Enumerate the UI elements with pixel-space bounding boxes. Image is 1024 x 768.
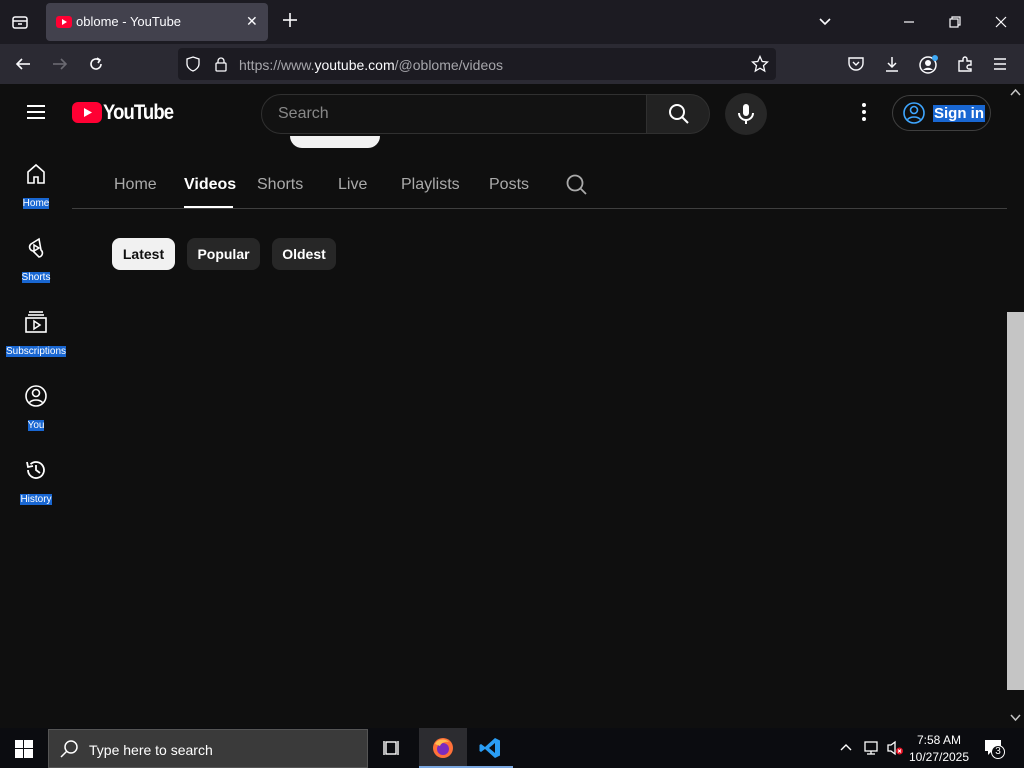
url-path: /@oblome/videos bbox=[394, 57, 504, 73]
downloads-icon[interactable] bbox=[883, 55, 901, 73]
active-tab-indicator bbox=[184, 206, 233, 208]
back-button[interactable] bbox=[14, 55, 32, 73]
browser-nav-bar: https://www.youtube.com/@oblome/videos bbox=[0, 44, 1024, 84]
guide-menu-icon[interactable] bbox=[24, 100, 48, 124]
restore-window-button[interactable] bbox=[947, 14, 963, 30]
forward-button[interactable] bbox=[51, 55, 69, 73]
notification-count-badge: 3 bbox=[991, 745, 1005, 759]
clock-date: 10/27/2025 bbox=[908, 750, 970, 764]
minimize-window-button[interactable] bbox=[901, 14, 917, 30]
url-host: youtube.com bbox=[314, 57, 395, 73]
scrollbar-thumb[interactable] bbox=[1007, 312, 1024, 690]
youtube-logo[interactable]: YouTube bbox=[72, 101, 174, 125]
chip-popular[interactable]: Popular bbox=[187, 238, 260, 270]
home-icon bbox=[27, 163, 45, 184]
subscriptions-icon bbox=[25, 311, 47, 333]
tab-home[interactable]: Home bbox=[114, 176, 157, 194]
app-menu-icon[interactable] bbox=[992, 55, 1008, 73]
sidebar-label: History bbox=[0, 494, 72, 505]
sidebar-item-history[interactable]: History bbox=[0, 458, 72, 532]
sidebar-label: Shorts bbox=[0, 272, 72, 283]
sidebar-label-text: Home bbox=[22, 198, 50, 209]
search-button[interactable] bbox=[646, 94, 710, 134]
sign-in-button[interactable]: Sign in bbox=[892, 95, 991, 131]
browser-tab-youtube[interactable]: oblome - YouTube ✕ bbox=[46, 3, 268, 41]
shorts-icon bbox=[28, 237, 44, 258]
sidebar-label: You bbox=[0, 420, 72, 431]
sidebar-label: Subscriptions bbox=[0, 346, 72, 357]
tab-videos[interactable]: Videos bbox=[184, 176, 236, 194]
taskbar-search-box[interactable]: Type here to search bbox=[48, 729, 368, 768]
taskbar-clock[interactable]: 7:58 AM 10/27/2025 bbox=[906, 732, 972, 766]
bookmark-star-icon[interactable] bbox=[751, 55, 769, 73]
notifications-icon[interactable]: 3 bbox=[983, 738, 1007, 760]
user-circle-icon bbox=[903, 102, 925, 124]
task-view-icon[interactable] bbox=[382, 738, 402, 758]
vscode-icon bbox=[479, 738, 500, 758]
close-tab-icon[interactable]: ✕ bbox=[246, 13, 258, 30]
channel-search-icon[interactable] bbox=[565, 173, 589, 197]
vscode-taskbar-button[interactable] bbox=[467, 728, 513, 768]
search-input[interactable] bbox=[278, 105, 628, 123]
url-prefix: https://www. bbox=[239, 57, 315, 73]
sidebar-item-shorts[interactable]: Shorts bbox=[0, 236, 72, 310]
clock-time: 7:58 AM bbox=[916, 733, 962, 747]
sidebar-item-subscriptions[interactable]: Subscriptions bbox=[0, 310, 72, 384]
youtube-header: YouTube Sign in bbox=[0, 84, 1024, 140]
youtube-logo-text: YouTube bbox=[103, 101, 174, 124]
subscribe-button-partial[interactable] bbox=[290, 136, 380, 148]
volume-muted-icon[interactable] bbox=[886, 740, 904, 756]
windows-start-icon[interactable] bbox=[15, 740, 33, 758]
microphone-icon bbox=[738, 104, 754, 124]
scroll-up-arrow-icon[interactable] bbox=[1010, 88, 1021, 96]
sidebar-label-text: History bbox=[20, 494, 52, 505]
channel-tabs: Home Videos Shorts Live Playlists Posts bbox=[72, 162, 1007, 209]
firefox-icon bbox=[433, 738, 453, 758]
sidebar-label-text: You bbox=[27, 420, 45, 431]
taskbar-search-icon bbox=[60, 740, 78, 758]
address-bar[interactable]: https://www.youtube.com/@oblome/videos bbox=[178, 48, 776, 80]
pocket-icon[interactable] bbox=[847, 55, 865, 73]
shield-icon[interactable] bbox=[185, 56, 201, 72]
search-icon bbox=[669, 104, 689, 124]
sidebar-label-text: Subscriptions bbox=[5, 346, 67, 357]
windows-taskbar: Type here to search 7:58 AM 10/27/2025 3 bbox=[0, 728, 1024, 768]
close-window-button[interactable] bbox=[993, 14, 1009, 30]
youtube-favicon-icon bbox=[56, 15, 72, 29]
sidebar-label: Home bbox=[0, 198, 72, 209]
browser-tab-bar: oblome - YouTube ✕ bbox=[0, 0, 1024, 44]
tab-posts[interactable]: Posts bbox=[489, 176, 529, 194]
you-icon bbox=[25, 385, 47, 407]
tab-playlists[interactable]: Playlists bbox=[401, 176, 460, 194]
firefox-taskbar-button[interactable] bbox=[419, 728, 467, 768]
youtube-play-icon bbox=[72, 102, 102, 123]
tab-live[interactable]: Live bbox=[338, 176, 367, 194]
voice-search-button[interactable] bbox=[725, 93, 767, 135]
sidebar-label-text: Shorts bbox=[21, 272, 51, 283]
new-tab-button[interactable] bbox=[281, 11, 299, 29]
sidebar-item-you[interactable]: You bbox=[0, 384, 72, 458]
chip-oldest[interactable]: Oldest bbox=[272, 238, 336, 270]
scroll-down-arrow-icon[interactable] bbox=[1010, 714, 1021, 722]
reload-button[interactable] bbox=[87, 55, 105, 73]
sidebar-item-home[interactable]: Home bbox=[0, 162, 72, 236]
extensions-icon[interactable] bbox=[956, 55, 974, 73]
url-text: https://www.youtube.com/@oblome/videos bbox=[239, 57, 503, 73]
tab-shorts[interactable]: Shorts bbox=[257, 176, 303, 194]
tab-title: oblome - YouTube bbox=[76, 14, 182, 29]
sign-in-label: Sign in bbox=[933, 105, 985, 122]
lock-icon[interactable] bbox=[213, 56, 229, 72]
show-hidden-icons-chevron-icon[interactable] bbox=[839, 741, 853, 755]
search-box[interactable] bbox=[261, 94, 647, 134]
settings-more-icon[interactable] bbox=[852, 100, 876, 124]
taskbar-search-text: Type here to search bbox=[89, 742, 213, 758]
network-icon[interactable] bbox=[862, 740, 880, 756]
tab-overview-icon[interactable] bbox=[11, 13, 29, 31]
history-icon bbox=[26, 461, 45, 479]
chip-latest[interactable]: Latest bbox=[112, 238, 175, 270]
account-icon[interactable] bbox=[919, 55, 939, 75]
list-all-tabs-icon[interactable] bbox=[817, 14, 833, 30]
